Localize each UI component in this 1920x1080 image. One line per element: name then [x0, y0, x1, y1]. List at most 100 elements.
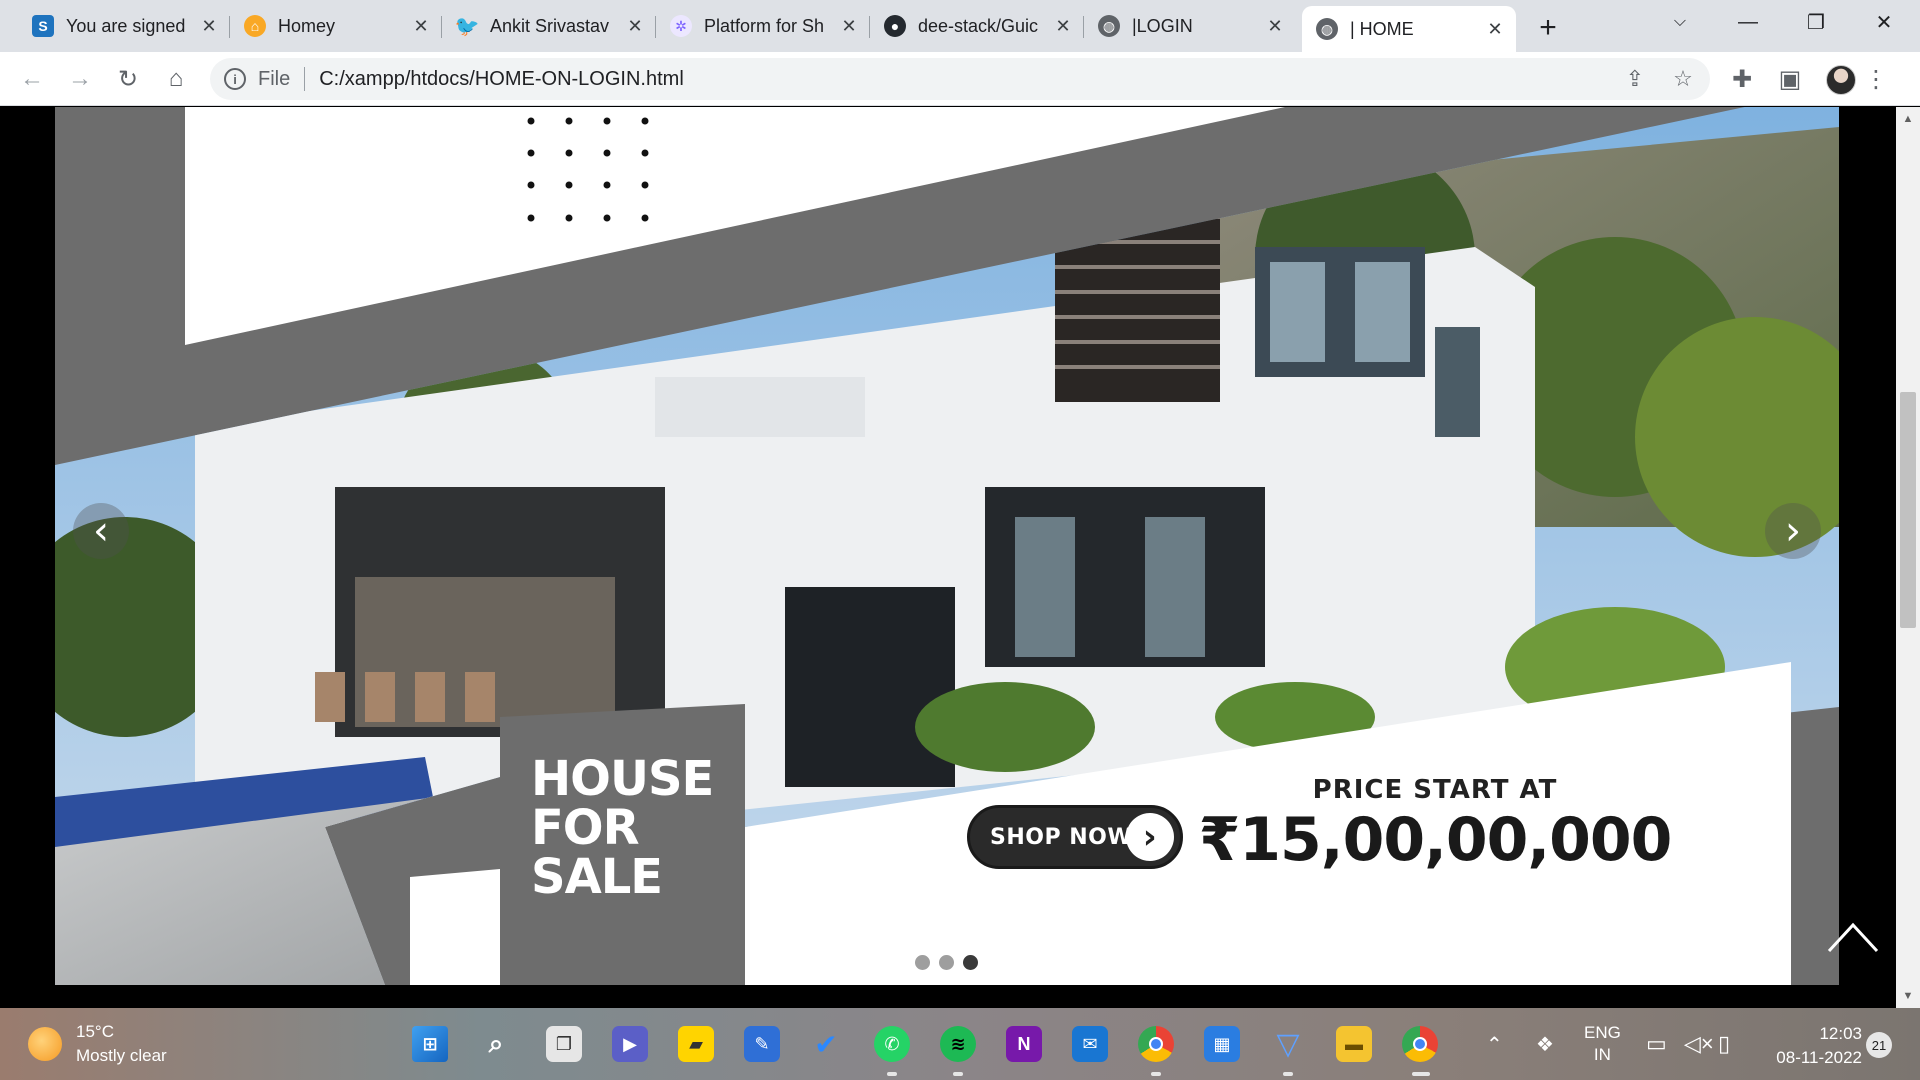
scroll-down-icon[interactable]: ▼ [1896, 984, 1920, 1008]
address-divider [304, 67, 306, 91]
menu-icon[interactable]: ⋮ [1858, 61, 1894, 97]
tab-search-icon[interactable]: ⌵ [1652, 0, 1708, 44]
scroll-up-icon[interactable]: ▲ [1896, 107, 1920, 131]
windows-taskbar: 15°C Mostly clear ⊞ ⌕ ❐ ▶ ▰ ✎ ✔ ✆ ≋ N ✉ … [0, 1008, 1920, 1080]
battery-icon[interactable]: ▯ [1718, 1008, 1730, 1080]
language-indicator[interactable]: ENG IN [1584, 1008, 1621, 1080]
share-icon[interactable]: ⇪ [1618, 62, 1652, 96]
forward-icon[interactable]: → [62, 61, 98, 97]
address-scheme: File [258, 67, 291, 90]
tab-platform[interactable]: ✲ Platform for Sh ✕ [656, 6, 870, 46]
carousel-dot[interactable] [939, 955, 954, 970]
side-panel-icon[interactable]: ▣ [1772, 61, 1808, 97]
tab-label: Ankit Srivastav [490, 15, 610, 36]
close-icon[interactable]: ✕ [1052, 15, 1074, 37]
chrome-active-icon[interactable] [1402, 1026, 1438, 1062]
github-icon: ● [884, 15, 906, 37]
page-scrollbar[interactable]: ▲ ▼ [1896, 107, 1920, 1008]
hero-headline: HOUSE FOR SALE [531, 755, 731, 902]
mail-icon[interactable]: ✉ [1072, 1026, 1108, 1062]
search-icon[interactable]: ⌕ [478, 1026, 514, 1062]
chrome-icon[interactable] [1138, 1026, 1174, 1062]
extensions-icon[interactable]: ✚ [1724, 61, 1760, 97]
chat-icon[interactable]: ▶ [612, 1026, 648, 1062]
address-url[interactable]: C:/xampp/htdocs/HOME-ON-LOGIN.html [319, 68, 684, 91]
globe-icon: ◍ [1098, 15, 1120, 37]
back-icon[interactable]: ← [14, 61, 50, 97]
shop-now-button[interactable]: SHOP NOW › [967, 805, 1183, 869]
restore-icon[interactable]: ❐ [1788, 0, 1844, 44]
bookmark-star-icon[interactable]: ☆ [1666, 62, 1700, 96]
close-icon[interactable]: ✕ [198, 15, 220, 37]
carousel-indicators [915, 955, 978, 970]
close-window-icon[interactable]: ✕ [1856, 0, 1912, 44]
price-label: PRICE START AT [1312, 775, 1558, 805]
todo-icon[interactable]: ✔ [808, 1026, 844, 1062]
white-block-left [410, 869, 500, 985]
tab-strip: S You are signed ✕ ⌂ Homey ✕ 🐦 Ankit Sri… [0, 0, 1920, 52]
tab-home[interactable]: ◍ | HOME ✕ [1302, 6, 1516, 52]
minimize-icon[interactable]: — [1720, 0, 1776, 44]
avatar[interactable] [1826, 65, 1856, 95]
dropbox-icon[interactable]: ❖ [1536, 1008, 1554, 1080]
browser-toolbar: ← → ↻ ⌂ i File C:/xampp/htdocs/HOME-ON-L… [0, 52, 1920, 106]
close-icon[interactable]: ✕ [838, 15, 860, 37]
running-indicator [887, 1072, 897, 1076]
scrollbar-thumb[interactable] [1900, 392, 1916, 628]
shop-now-label: SHOP NOW [990, 824, 1133, 850]
start-icon[interactable]: ⊞ [412, 1026, 448, 1062]
scroll-to-top-icon[interactable] [1826, 919, 1880, 955]
headline-line: FOR [531, 800, 640, 856]
close-icon[interactable]: ✕ [1484, 18, 1506, 40]
running-indicator [953, 1072, 963, 1076]
onenote-icon[interactable]: N [1006, 1026, 1042, 1062]
tab-twitter[interactable]: 🐦 Ankit Srivastav ✕ [442, 6, 656, 46]
new-tab-button[interactable]: + [1530, 10, 1566, 46]
twitter-icon: 🐦 [454, 15, 480, 38]
carousel-next-icon[interactable]: › [1765, 503, 1821, 559]
task-view-icon[interactable]: ❐ [546, 1026, 582, 1062]
weather-widget[interactable]: 15°C Mostly clear [28, 1020, 167, 1068]
platform-icon: ✲ [670, 15, 692, 37]
calendar-icon[interactable]: ▦ [1204, 1026, 1240, 1062]
home-icon[interactable]: ⌂ [158, 61, 194, 97]
tab-homey[interactable]: ⌂ Homey ✕ [230, 6, 442, 46]
tray-overflow-icon[interactable]: ⌃ [1486, 1008, 1503, 1080]
tab-login[interactable]: ◍ |LOGIN ✕ [1084, 6, 1296, 46]
tab-label: |LOGIN [1132, 15, 1193, 36]
address-bar[interactable]: i File C:/xampp/htdocs/HOME-ON-LOGIN.htm… [210, 58, 1710, 100]
close-icon[interactable]: ✕ [624, 15, 646, 37]
system-clock[interactable]: 12:03 08-11-2022 [1762, 1022, 1862, 1070]
running-indicator [1283, 1072, 1293, 1076]
spotify-icon[interactable]: ≋ [940, 1026, 976, 1062]
tab-github[interactable]: ● dee-stack/Guic ✕ [870, 6, 1084, 46]
whiteboard-icon[interactable]: ✎ [744, 1026, 780, 1062]
sticky-notes-icon[interactable]: ▰ [678, 1026, 714, 1062]
close-icon[interactable]: ✕ [410, 15, 432, 37]
volume-muted-icon[interactable]: ◁× [1684, 1008, 1714, 1080]
notification-badge[interactable]: 21 [1866, 1032, 1892, 1058]
weather-temperature: 15°C [76, 1022, 114, 1041]
running-indicator [1412, 1072, 1430, 1076]
s-app-icon: S [32, 15, 54, 37]
carousel-prev-icon[interactable]: ‹ [73, 503, 129, 559]
whatsapp-icon[interactable]: ✆ [874, 1026, 910, 1062]
tab-signed-in[interactable]: S You are signed ✕ [18, 6, 230, 46]
info-icon[interactable]: i [224, 68, 246, 90]
homey-icon: ⌂ [244, 15, 266, 37]
language-code: ENG [1584, 1023, 1621, 1042]
clock-time: 12:03 [1819, 1024, 1862, 1043]
globe-icon: ◍ [1316, 18, 1338, 40]
hero-carousel: ‹ › HOUSE FOR SALE SHOP NOW › PRICE STAR… [55, 107, 1839, 985]
network-icon[interactable]: ▭ [1646, 1008, 1667, 1080]
region-code: IN [1593, 1045, 1611, 1064]
reload-icon[interactable]: ↻ [110, 61, 146, 97]
tab-label: dee-stack/Guic [918, 15, 1039, 36]
weather-icon [28, 1027, 62, 1061]
carousel-dot[interactable] [963, 955, 978, 970]
file-explorer-icon[interactable]: ▬ [1336, 1026, 1372, 1062]
carousel-dot[interactable] [915, 955, 930, 970]
headline-line: HOUSE [531, 751, 714, 807]
app-triangle-icon[interactable]: ▽ [1270, 1026, 1306, 1062]
close-icon[interactable]: ✕ [1264, 15, 1286, 37]
